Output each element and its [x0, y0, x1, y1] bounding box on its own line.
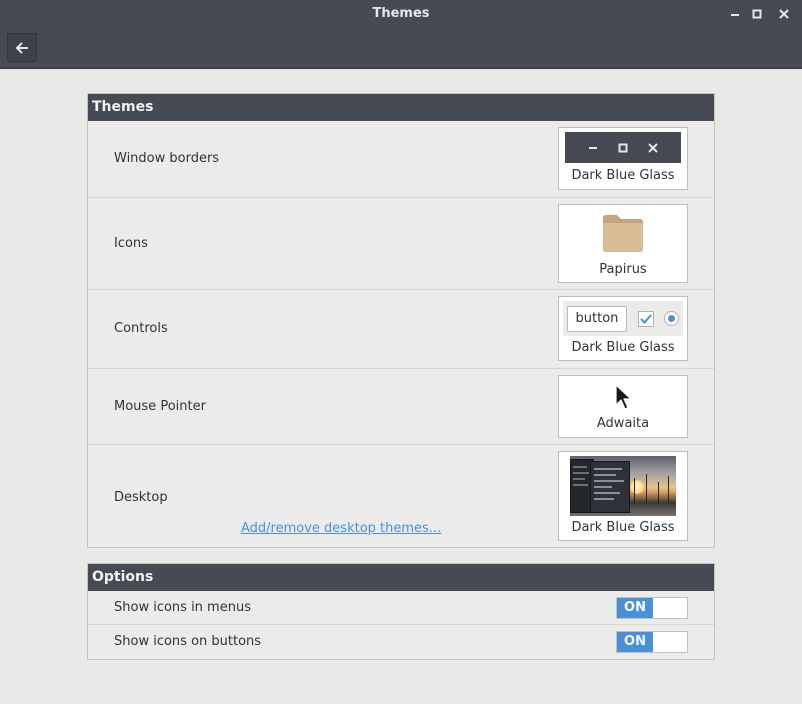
desktop-row: Desktop Add/remove desktop themes... Dar…: [88, 445, 714, 549]
controls-preview: button: [563, 301, 683, 336]
close-button[interactable]: [776, 6, 792, 22]
icons-value: Papirus: [599, 262, 647, 277]
window-borders-row: Window borders Dark Blue Glass: [88, 121, 714, 198]
pointer-cursor-icon: [615, 384, 632, 410]
maximize-icon: [617, 142, 629, 154]
window-title: Themes: [372, 6, 430, 21]
mouse-pointer-preview-button[interactable]: Adwaita: [558, 375, 688, 438]
window-borders-preview-button[interactable]: Dark Blue Glass: [558, 127, 688, 190]
themes-panel: Themes Window borders Dark Blue Glass Ic…: [87, 93, 715, 548]
themes-header: Themes: [88, 94, 714, 121]
show-icons-on-buttons-row: Show icons on buttons ON: [88, 625, 714, 659]
show-icons-in-menus-label: Show icons in menus: [114, 600, 251, 615]
icons-label: Icons: [114, 236, 148, 251]
window-borders-label: Window borders: [114, 151, 220, 166]
add-remove-desktop-themes-link[interactable]: Add/remove desktop themes...: [241, 521, 441, 536]
mouse-pointer-row: Mouse Pointer Adwaita: [88, 369, 714, 445]
back-arrow-icon: [15, 41, 28, 54]
minimize-icon: [731, 14, 739, 16]
show-icons-on-buttons-toggle[interactable]: ON: [616, 631, 688, 653]
checkbox-icon: [638, 311, 654, 327]
controls-label: Controls: [114, 321, 168, 336]
desktop-preview-button[interactable]: Dark Blue Glass: [558, 451, 688, 541]
show-icons-on-buttons-label: Show icons on buttons: [114, 634, 262, 649]
icons-row: Icons Papirus: [88, 198, 714, 290]
title-bar: Themes: [0, 0, 802, 28]
controls-value: Dark Blue Glass: [571, 340, 675, 355]
mouse-pointer-value: Adwaita: [596, 416, 650, 431]
back-button[interactable]: [7, 33, 37, 62]
toggle-state: ON: [617, 632, 653, 652]
show-icons-in-menus-row: Show icons in menus ON: [88, 591, 714, 625]
options-panel: Options Show icons in menus ON Show icon…: [87, 563, 715, 660]
desktop-label: Desktop: [114, 490, 168, 505]
show-icons-in-menus-toggle[interactable]: ON: [616, 597, 688, 619]
minimize-button[interactable]: [727, 6, 743, 22]
maximize-button[interactable]: [749, 6, 765, 22]
header-toolbar: [0, 28, 802, 69]
close-icon: [647, 142, 659, 154]
folder-icon: [603, 215, 643, 252]
icons-preview-button[interactable]: Papirus: [558, 204, 688, 283]
controls-preview-button[interactable]: button Dark Blue Glass: [558, 296, 688, 361]
minimize-icon: [587, 142, 599, 154]
toggle-state: ON: [617, 598, 653, 618]
preview-button: button: [567, 306, 627, 332]
desktop-value: Dark Blue Glass: [571, 520, 675, 535]
window-borders-preview: [565, 132, 681, 163]
mouse-pointer-label: Mouse Pointer: [114, 399, 206, 414]
options-header: Options: [88, 564, 714, 591]
window-borders-value: Dark Blue Glass: [571, 168, 675, 183]
close-icon: [779, 9, 789, 19]
controls-row: Controls button Dark Blue Glass: [88, 290, 714, 369]
desktop-wallpaper-thumbnail: [570, 456, 676, 516]
maximize-icon: [752, 9, 762, 19]
radio-icon: [664, 311, 679, 326]
